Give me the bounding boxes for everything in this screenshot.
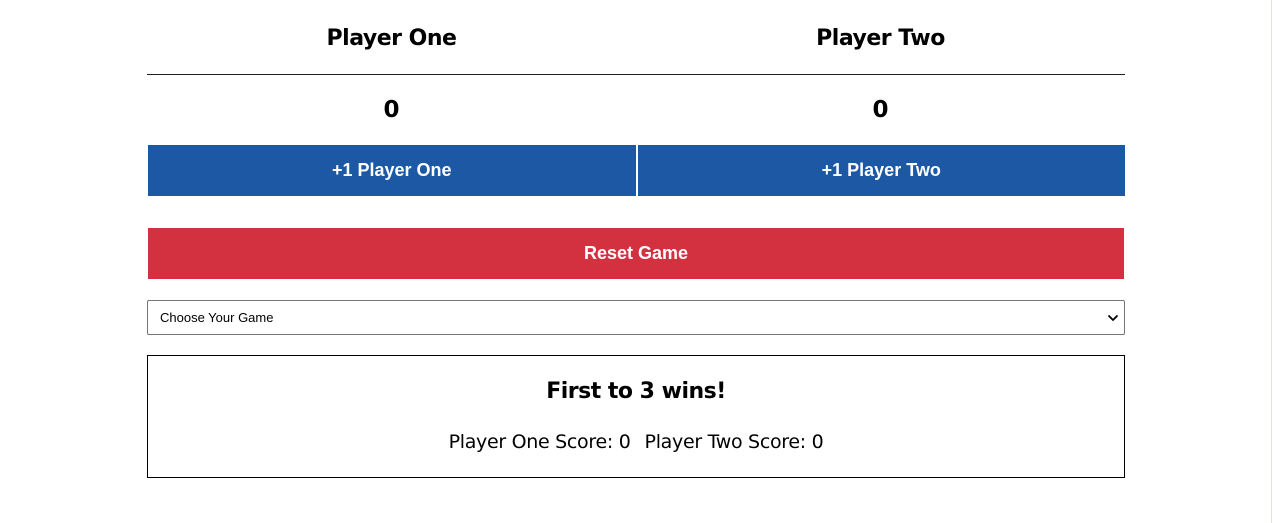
player-one-increment-button[interactable]: +1 Player One: [148, 145, 636, 196]
player-two-score: 0: [872, 97, 889, 123]
player-two-name: Player Two: [816, 25, 945, 51]
player-two-score-value: 0: [811, 431, 824, 453]
scores-row: 0 0: [147, 75, 1125, 145]
game-select-value: Choose Your Game: [160, 310, 274, 325]
player-one-score-label: Player One Score:: [448, 431, 614, 453]
player-two-score-label: Player Two Score:: [644, 431, 807, 453]
player-two-header: Player Two: [636, 0, 1125, 74]
player-names-row: Player One Player Two: [147, 0, 1125, 75]
player-one-header: Player One: [147, 0, 636, 74]
player-one-name: Player One: [326, 25, 457, 51]
score-summary: Player One Score: 0 Player Two Score: 0: [148, 430, 1124, 454]
reset-game-button[interactable]: Reset Game: [148, 228, 1124, 279]
player-two-increment-button[interactable]: +1 Player Two: [637, 145, 1125, 196]
player-one-score: 0: [383, 97, 400, 123]
score-keeper: Player One Player Two 0 0 +1 Player One …: [147, 0, 1125, 478]
game-select[interactable]: Choose Your Game: [147, 300, 1125, 335]
win-condition-title: First to 3 wins!: [546, 379, 726, 404]
increment-buttons-row: +1 Player One +1 Player Two: [147, 145, 1125, 196]
player-one-score-value: 0: [618, 431, 631, 453]
game-info-panel: First to 3 wins! Player One Score: 0 Play…: [147, 355, 1125, 478]
chevron-down-icon: [1107, 312, 1119, 324]
